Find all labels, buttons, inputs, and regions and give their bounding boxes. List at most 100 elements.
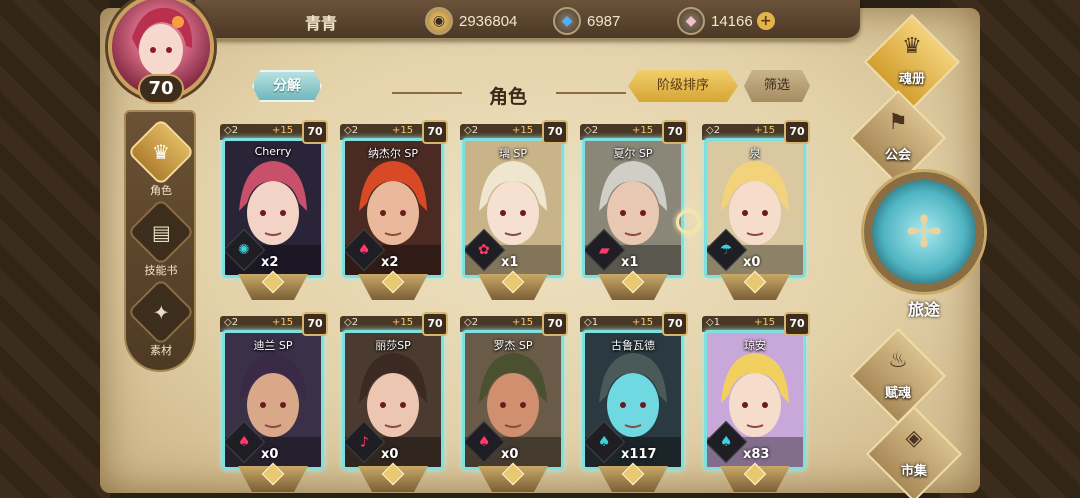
menu-label: 市集: [900, 464, 927, 479]
card-enhance: +15: [632, 317, 654, 328]
card-enhance: +15: [392, 317, 414, 328]
character-level: 70: [302, 312, 328, 336]
sidebar-item-materials[interactable]: ✦ 素材: [127, 278, 195, 360]
shard-count: x0: [501, 447, 519, 462]
card-portrait-frame: 古鲁瓦德 ♠ x117: [582, 330, 684, 470]
card-stars: ◇2: [344, 317, 359, 328]
crystal-resource: ◆ 6987: [553, 7, 621, 35]
card-enhance: +15: [754, 317, 776, 328]
character-card[interactable]: ◇1 +15 琼安 ♠ x83 70: [702, 312, 810, 494]
character-card[interactable]: ◇2 +15 迪兰 SP ♠ x0 70: [220, 312, 328, 494]
flame-icon: ♨: [888, 348, 908, 373]
character-card[interactable]: ◇1 +15 古鲁瓦德 ♠ x117 70: [580, 312, 688, 494]
filter-button[interactable]: 筛选: [744, 70, 810, 102]
journey-label: 旅途: [907, 300, 940, 319]
character-level: 70: [422, 312, 448, 336]
card-stars: ◇2: [344, 125, 359, 136]
character-card[interactable]: ◇2 +15 Cherry ✺ x2 70: [220, 120, 328, 302]
menu-guild[interactable]: ⚑ 公会: [849, 89, 947, 187]
character-card[interactable]: ◇2 +15 璃 SP ✿ x1 70: [460, 120, 568, 302]
sort-button[interactable]: 阶级排序: [628, 70, 738, 102]
menu-soul-book[interactable]: ♛ 魂册: [863, 13, 961, 111]
card-enhance: +15: [512, 317, 534, 328]
shard-count: x1: [501, 255, 519, 270]
card-portrait-frame: 夏尔 SP ▰ x1: [582, 138, 684, 278]
card-portrait-frame: 罗杰 SP ♠ x0: [462, 330, 564, 470]
character-card[interactable]: ◇2 +15 纳杰尔 SP ♠ x2 70: [340, 120, 448, 302]
card-enhance: +15: [392, 125, 414, 136]
card-portrait-frame: Cherry ✺ x2: [222, 138, 324, 278]
player-avatar[interactable]: 70: [102, 0, 220, 106]
character-name: 古鲁瓦德: [611, 339, 655, 352]
card-stars: ◇2: [706, 125, 721, 136]
compass-icon: ✢: [864, 172, 984, 292]
character-level: 70: [542, 312, 568, 336]
card-enhance: +15: [272, 317, 294, 328]
character-level: 70: [662, 120, 688, 144]
gem-resource[interactable]: ◆ 14166 +: [677, 7, 775, 35]
book-icon: ▤: [127, 198, 195, 266]
character-level: 70: [784, 120, 810, 144]
character-name: 琼安: [744, 339, 766, 352]
journey-button[interactable]: ✢ 旅途: [864, 172, 984, 319]
shard-count: x0: [381, 447, 399, 462]
blue-crystal-icon: ◆: [553, 7, 581, 35]
card-portrait-frame: 璃 SP ✿ x1: [462, 138, 564, 278]
helmet-icon: ♛: [902, 34, 922, 59]
character-card[interactable]: ◇2 +15 丽莎SP ♪ x0 70: [340, 312, 448, 494]
sidebar-item-characters[interactable]: ♛ 角色: [127, 118, 195, 200]
card-enhance: +15: [632, 125, 654, 136]
character-level: 70: [302, 120, 328, 144]
left-sidebar: ♛ 角色 ▤ 技能书 ✦ 素材: [124, 110, 196, 372]
add-gem-button[interactable]: +: [756, 12, 775, 30]
player-name: 青青: [305, 14, 338, 33]
character-name: Cherry: [254, 145, 292, 158]
character-name: 璃 SP: [498, 147, 528, 160]
card-stars: ◇1: [584, 317, 599, 328]
shard-count: x2: [381, 255, 399, 270]
character-name: 罗杰 SP: [493, 339, 533, 352]
character-name: 夏尔 SP: [613, 147, 653, 160]
background-left: [0, 0, 110, 498]
menu-label: 赋魂: [884, 386, 911, 401]
title-divider-left: [392, 92, 462, 100]
card-portrait-frame: 丽莎SP ♪ x0: [342, 330, 444, 470]
crystal-value: 6987: [587, 12, 621, 30]
section-title: 角色: [488, 86, 527, 108]
shard-count: x117: [621, 447, 657, 462]
character-card[interactable]: ◇2 +15 泉 ☂ x0 70: [702, 120, 810, 302]
character-card[interactable]: ◇2 +15 夏尔 SP ▰ x1 70: [580, 120, 688, 302]
tap-indicator: [676, 210, 700, 234]
menu-market[interactable]: ◈ 市集: [865, 405, 963, 498]
sidebar-label: 技能书: [144, 264, 178, 277]
card-stars: ◇2: [224, 317, 239, 328]
shard-count: x0: [261, 447, 279, 462]
gold-coin-icon: ◉: [425, 7, 453, 35]
pink-gem-icon: ◆: [677, 7, 705, 35]
player-level: 70: [138, 74, 184, 104]
title-divider-right: [556, 92, 626, 100]
character-card[interactable]: ◇2 +15 罗杰 SP ♠ x0 70: [460, 312, 568, 494]
gold-value: 2936804: [459, 12, 518, 30]
menu-tile: [865, 405, 963, 498]
menu-label: 公会: [884, 148, 911, 163]
helmet-icon: ♛: [127, 118, 195, 186]
card-stars: ◇2: [464, 317, 479, 328]
gem-icon: ◈: [905, 426, 923, 451]
character-name: 泉: [749, 147, 761, 160]
card-portrait-frame: 琼安 ♠ x83: [704, 330, 806, 470]
sidebar-item-skill-books[interactable]: ▤ 技能书: [127, 198, 195, 280]
card-portrait-frame: 纳杰尔 SP ♠ x2: [342, 138, 444, 278]
card-portrait-frame: 泉 ☂ x0: [704, 138, 806, 278]
sidebar-label: 素材: [150, 344, 172, 357]
gem-value: 14166: [711, 12, 753, 30]
resource-bar: 青青 ◉ 2936804 ◆ 6987 ◆ 14166 +: [195, 0, 860, 40]
character-name: 纳杰尔 SP: [367, 147, 419, 160]
card-enhance: +15: [512, 125, 534, 136]
card-stars: ◇2: [584, 125, 599, 136]
menu-soul-infusion[interactable]: ♨ 赋魂: [849, 327, 947, 425]
card-enhance: +15: [272, 125, 294, 136]
character-level: 70: [784, 312, 810, 336]
sidebar-label: 角色: [150, 184, 172, 197]
decompose-button[interactable]: 分解: [252, 70, 322, 102]
